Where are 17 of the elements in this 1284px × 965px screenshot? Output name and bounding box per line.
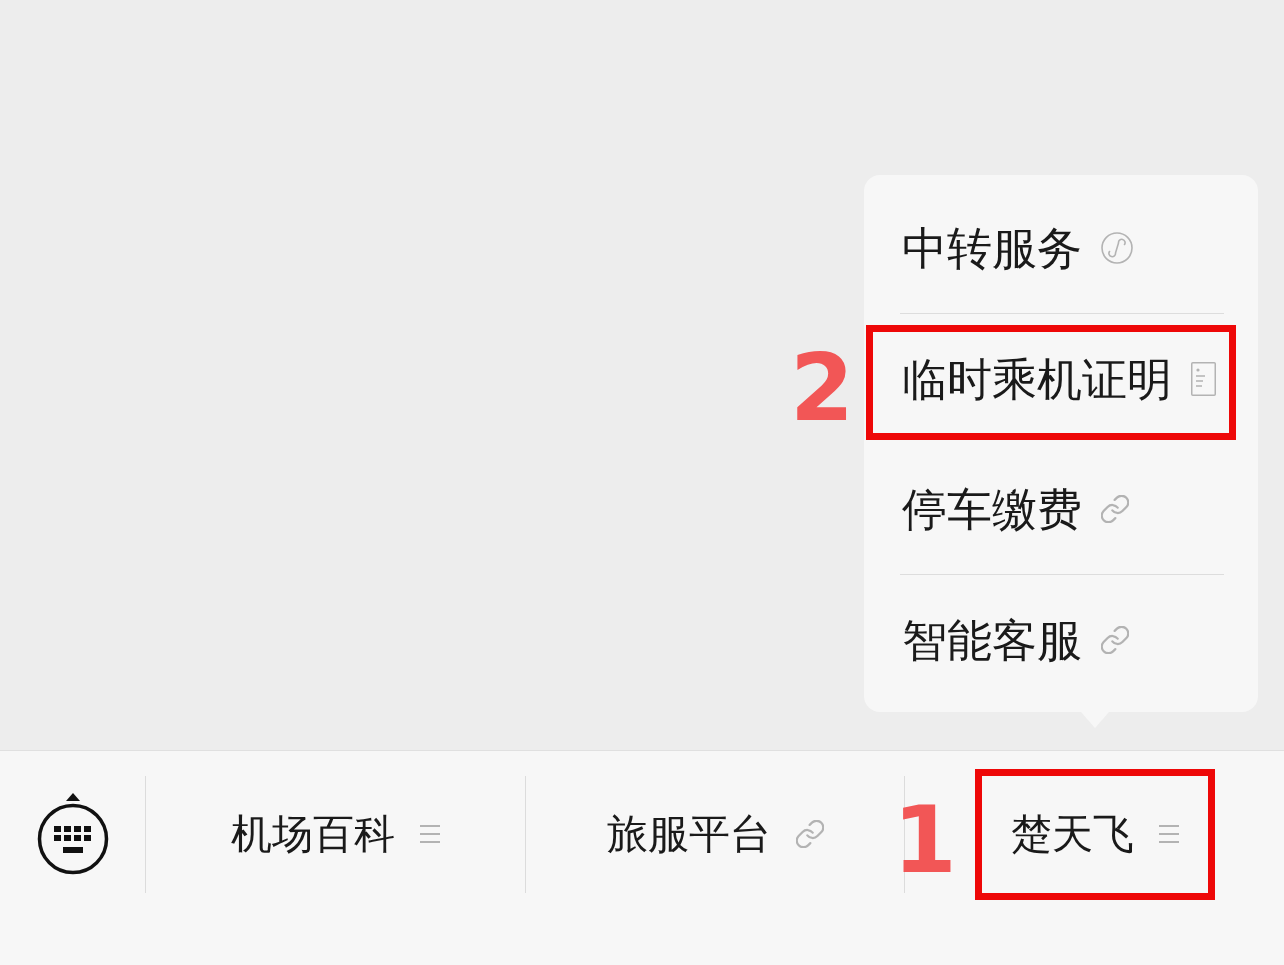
menu-item[interactable]: 临时乘机证明 xyxy=(864,314,1258,444)
callout-number: 2 xyxy=(790,343,854,435)
menu-bar-item[interactable]: 楚天飞 xyxy=(974,768,1215,900)
menu-item[interactable]: 中转服务 xyxy=(864,183,1258,313)
menu-icon xyxy=(419,825,440,843)
menu-bar-item[interactable]: 旅服平台 xyxy=(570,768,860,900)
callout-number: 1 xyxy=(892,794,957,887)
circled-link-icon xyxy=(1101,232,1133,264)
keyboard-icon[interactable] xyxy=(35,792,110,876)
link-icon xyxy=(1101,495,1129,523)
menu-item[interactable]: 智能客服 xyxy=(864,575,1258,705)
link-icon xyxy=(795,820,824,848)
menu-item[interactable]: 停车缴费 xyxy=(864,444,1258,574)
link-icon xyxy=(1101,626,1129,654)
menu-icon xyxy=(1158,825,1179,843)
document-icon xyxy=(1191,362,1216,396)
menu-bar-item[interactable]: 机场百科 xyxy=(194,768,476,900)
